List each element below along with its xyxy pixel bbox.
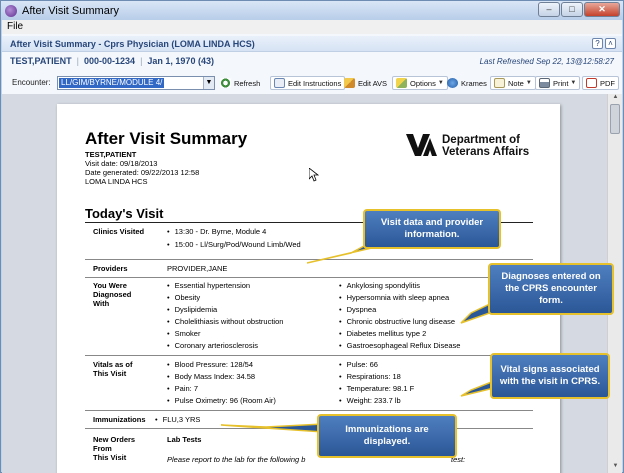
app-window: After Visit Summary – □ ✕ File After Vis…: [0, 0, 624, 473]
callout-visit-data: Visit data and provider information.: [363, 209, 501, 249]
callout-pointers: [220, 238, 503, 433]
callout-diagnoses: Diagnoses entered on the CPRS encounter …: [488, 263, 614, 315]
callout-vitals: Vital signs associated with the visit in…: [490, 353, 610, 399]
callout-immunizations: Immunizations are displayed.: [317, 414, 457, 458]
